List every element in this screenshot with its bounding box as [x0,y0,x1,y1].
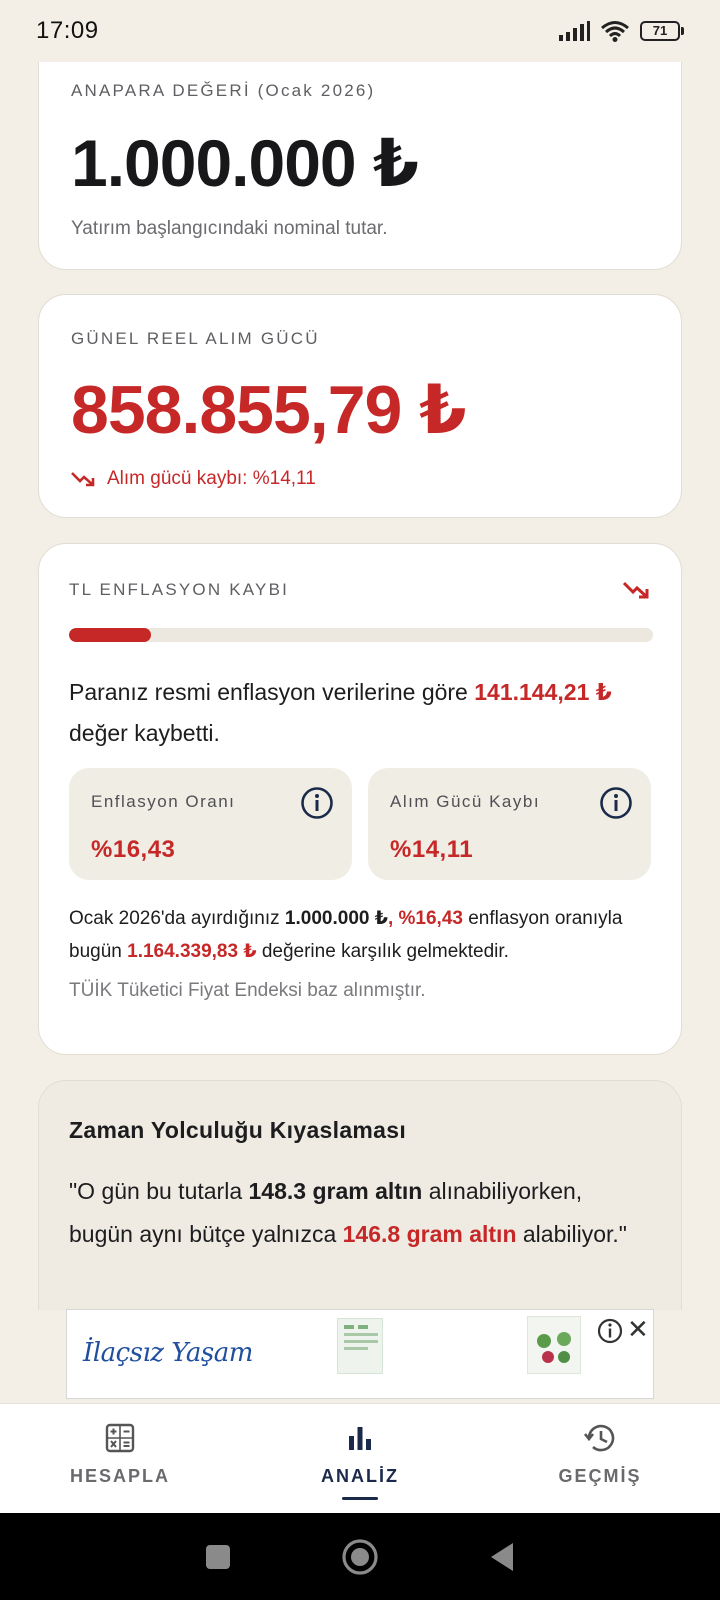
source-note: TÜİK Tüketici Fiyat Endeksi baz alınmışt… [69,980,426,1001]
comparison-quote: "O gün bu tutarla 148.3 gram altın alına… [69,1178,627,1247]
home-icon[interactable] [341,1538,379,1576]
trending-down-icon [71,472,95,487]
info-icon[interactable] [300,786,334,820]
real-value-label: GÜNEL REEL ALIM GÜCÜ [71,329,320,348]
trending-down-icon [623,581,649,599]
nav-hesapla[interactable]: HESAPLA [0,1404,240,1513]
stat-label: Enflasyon Oranı [91,792,236,811]
stat-inflation-rate: Enflasyon Oranı %16,43 [69,768,352,880]
stat-value: %16,43 [91,836,176,863]
calculator-icon [105,1423,135,1453]
principal-subtitle: Yatırım başlangıcındaki nominal tutar. [71,218,388,239]
principal-card: ANAPARA DEĞERİ (Ocak 2026) 1.000.000 ₺ Y… [38,36,682,270]
lost-amount: 141.144,21 ₺ [474,679,612,705]
bottom-nav: HESAPLA ANALİZ GEÇMİŞ [0,1403,720,1513]
nav-label: HESAPLA [69,1466,170,1486]
ad-image[interactable] [527,1316,581,1374]
nav-gecmis[interactable]: GEÇMİŞ [480,1404,720,1513]
info-icon[interactable] [599,786,633,820]
status-time: 17:09 [36,17,99,44]
wifi-icon [601,21,629,42]
status-bar: 17:09 71 [0,0,720,62]
principal-amount: 1.000.000 ₺ [71,126,419,200]
inflation-loss-card: TL ENFLASYON KAYBI Paranız resmi enflasy… [38,543,682,1055]
inflation-summary: Paranız resmi enflasyon verilerine göre … [69,679,612,746]
purchasing-loss-row: Alım gücü kaybı: %14,11 [71,468,649,490]
desc-value: 1.164.339,83 ₺ [127,941,257,962]
inflation-loss-label: TL ENFLASYON KAYBI [69,580,290,599]
purchasing-loss-text: Alım gücü kaybı: %14,11 [107,468,316,489]
battery-level: 71 [640,21,680,41]
history-icon [583,1424,615,1452]
gold-now: 146.8 gram altın [342,1221,517,1247]
nav-analiz[interactable]: ANALİZ [240,1404,480,1513]
system-nav-bar [0,1513,720,1600]
bar-chart-icon [349,1427,371,1450]
comparison-title: Zaman Yolculuğu Kıyaslaması [69,1117,407,1143]
nav-label: GEÇMİŞ [558,1466,642,1486]
ad-close-icon[interactable]: ✕ [627,1314,649,1345]
stats-row: Enflasyon Oranı %16,43 Alım Gücü Kaybı %… [69,768,651,880]
battery-icon: 71 [640,21,684,41]
stat-purchasing-loss: Alım Gücü Kaybı %14,11 [368,768,651,880]
principal-label: ANAPARA DEĞERİ (Ocak 2026) [71,81,376,100]
stat-label: Alım Gücü Kaybı [390,792,541,811]
nav-label: ANALİZ [321,1466,399,1486]
desc-rate: , %16,43 [387,908,463,929]
back-icon[interactable] [488,1541,516,1573]
ad-banner[interactable]: İlaçsız Yaşam ✕ [66,1309,654,1399]
recents-icon[interactable] [204,1543,232,1571]
real-value-amount: 858.855,79 ₺ [71,372,467,448]
ad-brand-logo[interactable]: İlaçsız Yaşam [83,1338,253,1368]
gold-then: 148.3 gram altın [248,1178,423,1204]
ad-info-icon[interactable] [597,1318,623,1344]
scroll-content[interactable]: ANAPARA DEĞERİ (Ocak 2026) 1.000.000 ₺ Y… [0,0,720,1310]
ad-image[interactable] [337,1318,383,1374]
stat-value: %14,11 [390,836,474,863]
desc-principal: 1.000.000 ₺ [284,908,388,929]
inflation-description: Ocak 2026'da ayırdığınız 1.000.000 ₺, %1… [69,908,623,962]
status-icons: 71 [558,20,684,42]
signal-icon [559,21,590,41]
inflation-progress-bar [69,628,653,642]
real-value-card: GÜNEL REEL ALIM GÜCÜ 858.855,79 ₺ Alım g… [38,294,682,518]
comparison-card: Zaman Yolculuğu Kıyaslaması "O gün bu tu… [38,1080,682,1310]
active-indicator [342,1497,378,1500]
inflation-progress-fill [69,628,152,642]
